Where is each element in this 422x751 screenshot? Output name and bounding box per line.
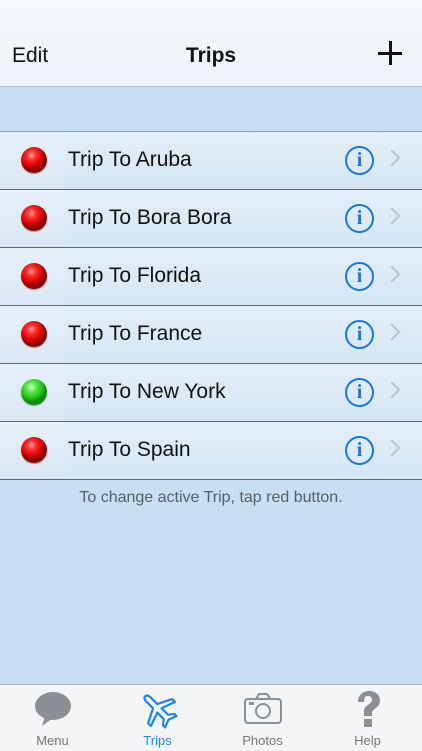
trip-name: Trip To Aruba (68, 148, 192, 171)
list-item[interactable]: Trip To New York i (0, 364, 422, 422)
question-mark-icon (358, 691, 380, 727)
chevron-right-icon[interactable] (383, 323, 401, 341)
trip-name: Trip To France (68, 322, 203, 345)
list-item[interactable]: Trip To Florida i (0, 248, 422, 306)
info-icon[interactable]: i (345, 378, 374, 407)
tab-bar: Menu Trips Photos Help (0, 684, 422, 751)
chevron-right-icon[interactable] (383, 439, 401, 457)
info-icon[interactable]: i (345, 262, 374, 291)
trips-list: Trip To Aruba i Trip To Bora Bora i Trip… (0, 131, 422, 480)
app-screen: Edit Trips Trip To Aruba i Trip To Bora … (0, 0, 422, 751)
tab-label: Trips (143, 733, 172, 748)
trip-name: Trip To New York (68, 380, 226, 403)
tab-photos[interactable]: Photos (210, 685, 315, 751)
info-icon[interactable]: i (345, 204, 374, 233)
list-item[interactable]: Trip To Bora Bora i (0, 190, 422, 248)
tab-label: Help (354, 733, 381, 748)
airplane-icon (143, 694, 178, 729)
inactive-trip-button[interactable] (21, 205, 47, 231)
info-icon[interactable]: i (345, 146, 374, 175)
inactive-trip-button[interactable] (21, 437, 47, 463)
tab-help[interactable]: Help (315, 685, 420, 751)
info-icon[interactable]: i (345, 436, 374, 465)
trip-name: Trip To Bora Bora (68, 206, 232, 229)
active-trip-indicator[interactable] (21, 379, 47, 405)
plus-icon[interactable] (378, 41, 402, 65)
page-title: Trips (185, 44, 237, 67)
tab-menu[interactable]: Menu (0, 685, 105, 751)
inactive-trip-button[interactable] (21, 321, 47, 347)
trip-name: Trip To Spain (68, 438, 191, 461)
list-item[interactable]: Trip To Aruba i (0, 132, 422, 190)
hint-text: To change active Trip, tap red button. (79, 489, 343, 506)
chevron-right-icon[interactable] (383, 381, 401, 399)
inactive-trip-button[interactable] (21, 263, 47, 289)
list-item[interactable]: Trip To Spain i (0, 422, 422, 480)
list-item[interactable]: Trip To France i (0, 306, 422, 364)
tab-trips[interactable]: Trips (105, 685, 210, 751)
trip-name: Trip To Florida (68, 264, 202, 287)
chevron-right-icon[interactable] (383, 149, 401, 167)
chevron-right-icon[interactable] (383, 207, 401, 225)
navigation-bar: Edit Trips (0, 0, 422, 87)
chevron-right-icon[interactable] (383, 265, 401, 283)
speech-bubble-icon (35, 692, 71, 726)
inactive-trip-button[interactable] (21, 147, 47, 173)
info-icon[interactable]: i (345, 320, 374, 349)
tab-label: Menu (36, 733, 69, 748)
tab-label: Photos (242, 733, 283, 748)
camera-icon (244, 693, 282, 724)
